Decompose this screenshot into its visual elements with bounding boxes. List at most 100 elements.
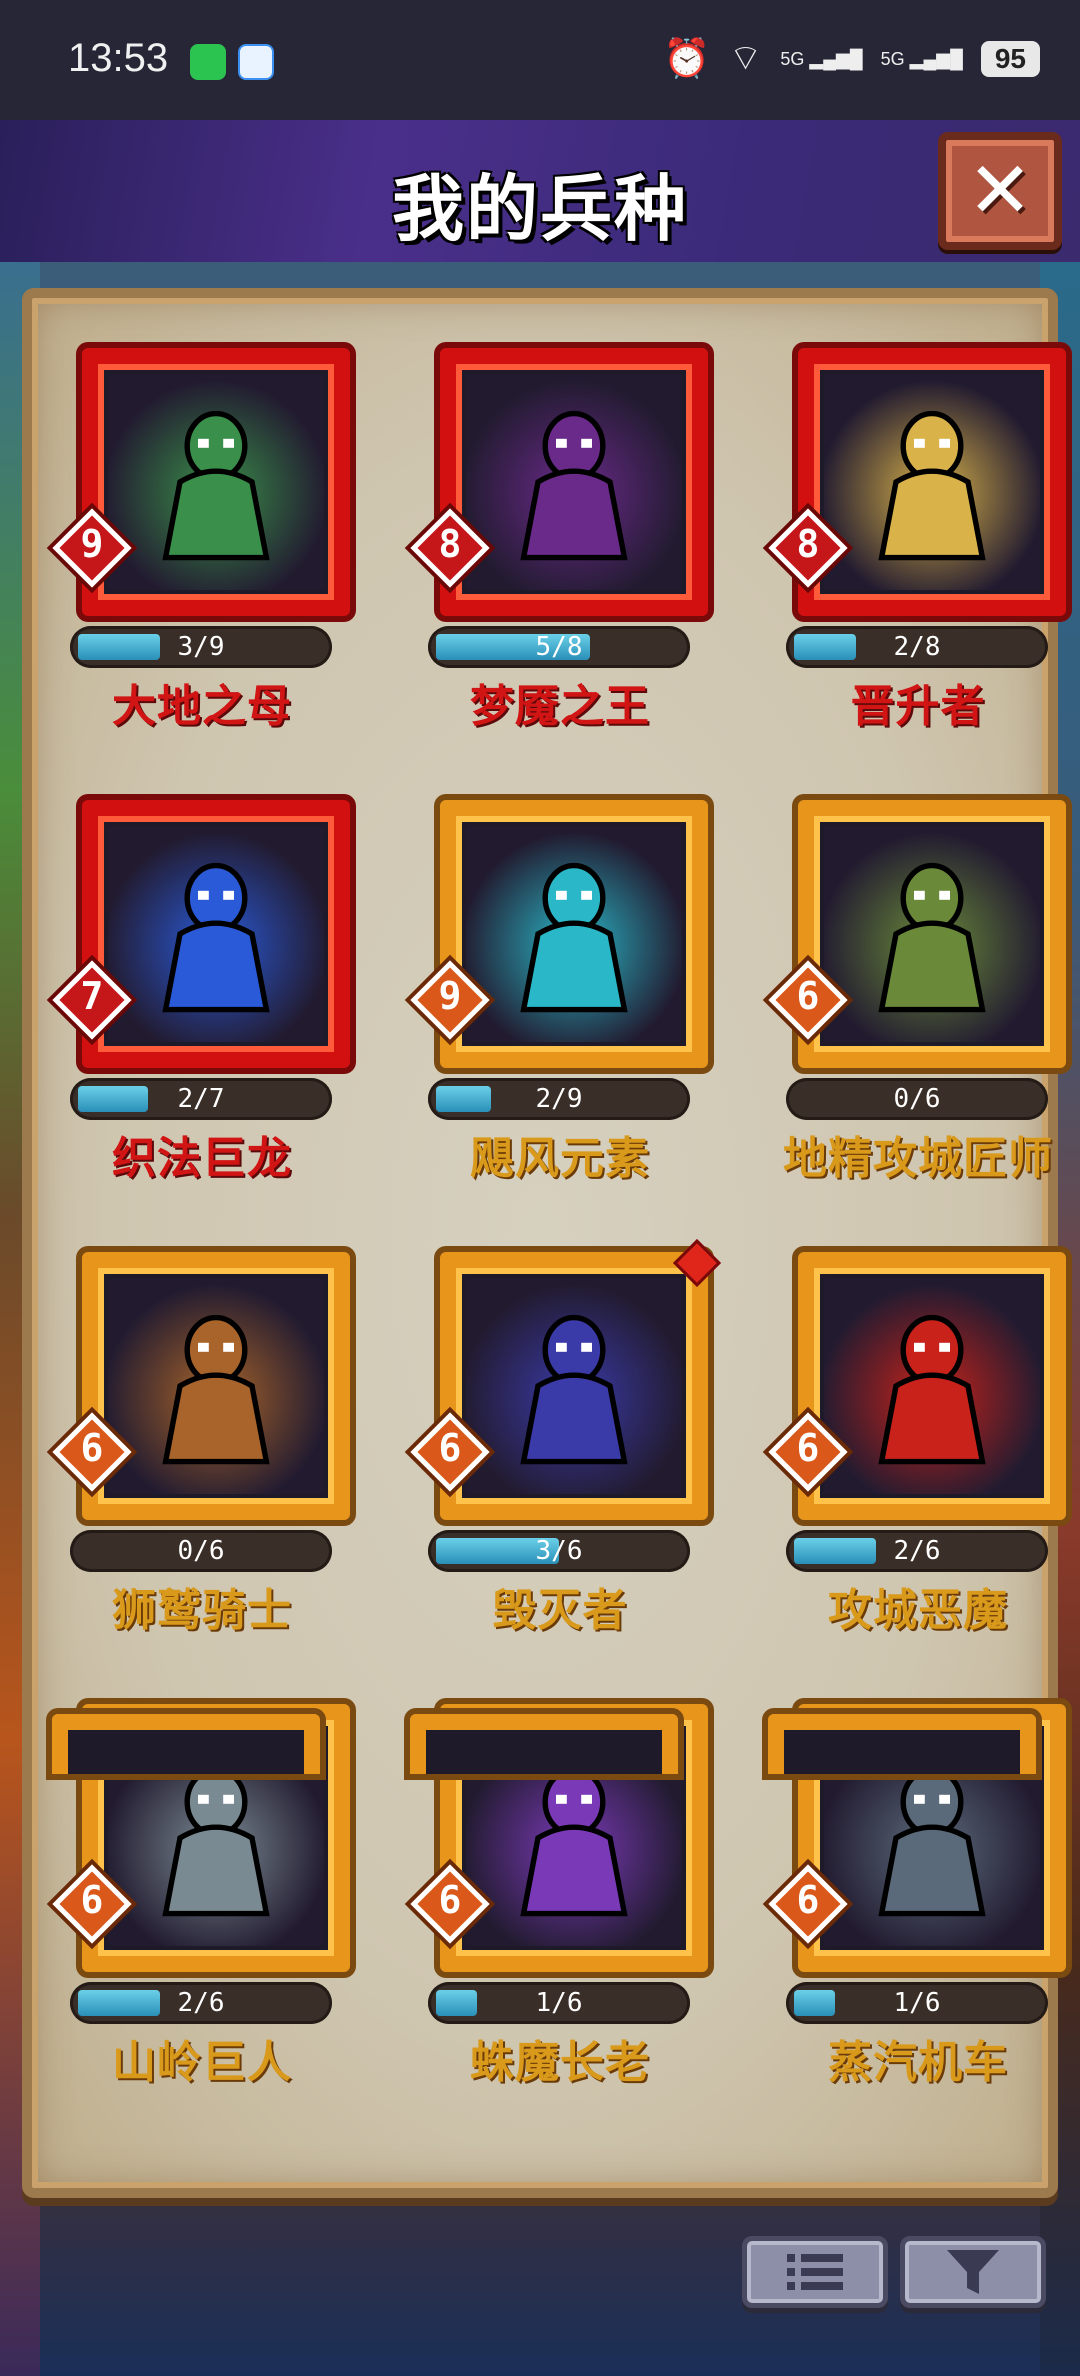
unit-progress-bar: 2/7 [70, 1078, 332, 1120]
unit-progress-label: 1/6 [893, 1988, 941, 2018]
unit-progress-label: 0/6 [893, 1084, 941, 1114]
unit-portrait [108, 374, 324, 590]
unit-progress-bar: 5/8 [428, 626, 690, 668]
unit-portrait [824, 1278, 1040, 1494]
unit-progress-bar: 1/6 [786, 1982, 1048, 2024]
unit-level-badge: 6 [52, 1412, 132, 1492]
signal-5g-2: 5G ▂▄▆█ [880, 48, 963, 69]
unit-name: 毁灭者 [492, 1585, 628, 1636]
unit-card[interactable]: 6 0/6 地精攻城匠师 [768, 800, 1068, 1190]
unit-name: 狮鹫骑士 [112, 1585, 292, 1636]
unit-progress-bar: 3/6 [428, 1530, 690, 1572]
unit-portrait [824, 374, 1040, 590]
unit-name: 蒸汽机车 [828, 2037, 1008, 2088]
unit-progress-label: 3/9 [177, 632, 225, 662]
unit-card[interactable]: 9 2/9 飓风元素 [410, 800, 710, 1190]
unit-progress-label: 3/6 [535, 1536, 583, 1566]
unit-level: 9 [80, 522, 104, 566]
unit-level: 6 [80, 1426, 104, 1470]
unit-portrait [824, 826, 1040, 1042]
unit-name: 晋升者 [850, 681, 986, 732]
wechat-icon [190, 44, 226, 80]
unit-level: 8 [796, 522, 820, 566]
battery-indicator: 95 [980, 40, 1040, 77]
unit-progress-label: 0/6 [177, 1536, 225, 1566]
alarm-icon: ⏰ [663, 37, 711, 80]
unit-card-peek[interactable] [52, 1714, 320, 1774]
status-bar: 13:53 ⏰ ⌔ 5G ▂▄▆█ 5G ▂▄▆█ 95 [0, 0, 1080, 120]
unit-portrait [108, 826, 324, 1042]
unit-name: 飓风元素 [470, 1133, 650, 1184]
unit-portrait [108, 1278, 324, 1494]
page-title: 我的兵种 [391, 167, 688, 251]
list-view-button[interactable] [742, 2236, 888, 2308]
unit-progress-bar: 2/6 [786, 1530, 1048, 1572]
unit-level-badge: 6 [410, 1412, 490, 1492]
unit-progress-label: 2/6 [893, 1536, 941, 1566]
unit-card-peek[interactable] [410, 1714, 678, 1774]
unit-level: 6 [80, 1878, 104, 1922]
unit-progress-label: 2/6 [177, 1988, 225, 2018]
unit-level: 8 [438, 522, 462, 566]
unit-level: 6 [438, 1426, 462, 1470]
unit-level-badge: 9 [52, 508, 132, 588]
signal-5g-1: 5G ▂▄▆█ [780, 48, 863, 69]
unit-card[interactable]: 6 3/6 毁灭者 [410, 1238, 722, 1642]
page-header: 我的兵种 ✕ [0, 120, 1080, 262]
unit-progress-label: 2/8 [893, 632, 941, 662]
unit-level-badge: 8 [768, 508, 848, 588]
filter-button[interactable] [900, 2236, 1046, 2308]
unit-card[interactable]: 6 0/6 狮鹫骑士 [52, 1252, 352, 1642]
unit-progress-label: 2/7 [177, 1084, 225, 1114]
filter-icon [947, 2250, 999, 2294]
unit-name: 织法巨龙 [112, 1133, 292, 1184]
unit-progress-bar: 2/6 [70, 1982, 332, 2024]
unit-portrait [466, 826, 682, 1042]
unit-progress-bar: 1/6 [428, 1982, 690, 2024]
status-indicators: ⏰ ⌔ 5G ▂▄▆█ 5G ▂▄▆█ 95 [663, 36, 1040, 81]
unit-progress-label: 2/9 [535, 1084, 583, 1114]
unit-progress-label: 5/8 [535, 632, 583, 662]
unit-level: 6 [438, 1878, 462, 1922]
unit-card[interactable]: 8 2/8 晋升者 [768, 348, 1068, 738]
unit-name: 梦魇之王 [470, 681, 650, 732]
unit-card[interactable]: 9 3/9 大地之母 [52, 348, 352, 738]
wifi-icon: ⌔ [728, 37, 763, 78]
unit-level-badge: 6 [768, 1412, 848, 1492]
chat-app-icon [238, 44, 274, 80]
unit-name: 山岭巨人 [112, 2037, 292, 2088]
unit-portrait [466, 1278, 682, 1494]
unit-level-badge: 7 [52, 960, 132, 1040]
unit-progress-bar: 0/6 [70, 1530, 332, 1572]
unit-portrait [466, 374, 682, 590]
unit-level-badge: 8 [410, 508, 490, 588]
unit-progress-bar: 0/6 [786, 1078, 1048, 1120]
unit-level-badge: 6 [768, 960, 848, 1040]
close-icon: ✕ [967, 146, 1033, 236]
unit-level: 6 [796, 1878, 820, 1922]
units-panel: 9 3/9 大地之母 8 5/8 梦魇之王 8 2/8 晋升者 7 2/7 织法巨龙 9 2/9 飓风元素 6… [22, 288, 1066, 2198]
unit-level: 7 [80, 974, 104, 1018]
unit-progress-bar: 2/9 [428, 1078, 690, 1120]
unit-level: 6 [796, 974, 820, 1018]
unit-card[interactable]: 7 2/7 织法巨龙 [52, 800, 352, 1190]
unit-name: 攻城恶魔 [828, 1585, 1008, 1636]
unit-level-badge: 6 [768, 1864, 848, 1944]
list-icon [787, 2254, 843, 2290]
unit-level-badge: 6 [52, 1864, 132, 1944]
unit-level-badge: 6 [410, 1864, 490, 1944]
close-button[interactable]: ✕ [938, 132, 1062, 250]
unit-card-peek[interactable] [768, 1714, 1036, 1774]
unit-progress-bar: 3/9 [70, 626, 332, 668]
unit-name: 蛛魔长老 [470, 2037, 650, 2088]
unit-level-badge: 9 [410, 960, 490, 1040]
unit-name: 地精攻城匠师 [783, 1133, 1053, 1184]
unit-level: 9 [438, 974, 462, 1018]
unit-card[interactable]: 6 2/6 攻城恶魔 [768, 1252, 1068, 1642]
unit-name: 大地之母 [112, 681, 292, 732]
unit-level: 6 [796, 1426, 820, 1470]
unit-card[interactable]: 8 5/8 梦魇之王 [410, 348, 710, 738]
status-time: 13:53 [68, 36, 169, 80]
unit-progress-label: 1/6 [535, 1988, 583, 2018]
unit-progress-bar: 2/8 [786, 626, 1048, 668]
